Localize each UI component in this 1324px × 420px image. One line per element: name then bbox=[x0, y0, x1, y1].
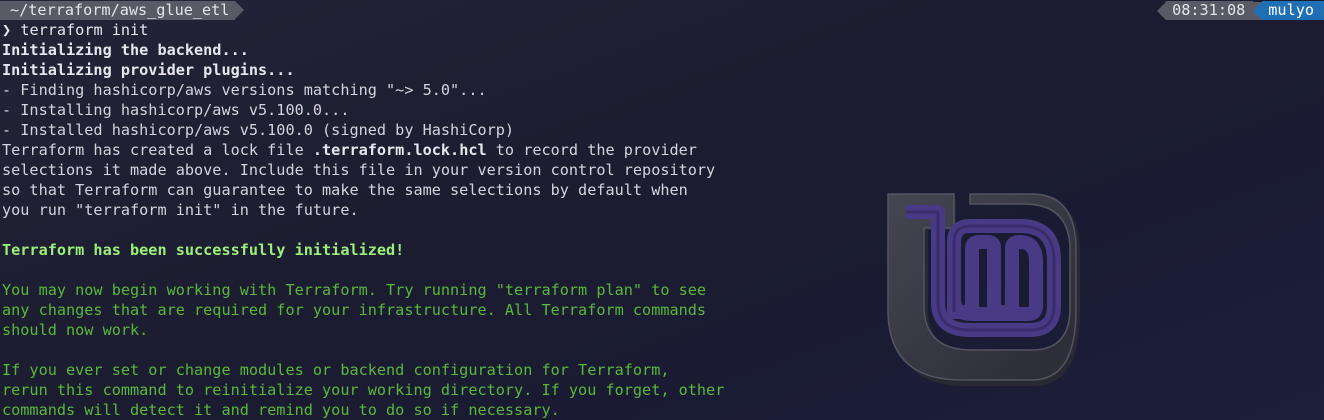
output-line: you run "terraform init" in the future. bbox=[2, 201, 359, 219]
info-line: If you ever set or change modules or bac… bbox=[2, 361, 670, 379]
prompt-right-segments: 08:31:08 mulyo bbox=[1157, 1, 1324, 20]
output-line: - Finding hashicorp/aws versions matchin… bbox=[2, 81, 487, 99]
prompt-time-separator bbox=[1157, 1, 1167, 20]
prompt-bar: ~/terraform/aws_glue_etl 08:31:08 mulyo bbox=[0, 0, 1324, 20]
terminal-output: ❯ terraform init Initializing the backen… bbox=[2, 20, 1324, 420]
success-message: Terraform has been successfully initiali… bbox=[2, 241, 405, 259]
lock-text-post: to record the provider bbox=[486, 141, 697, 159]
output-line: Terraform has created a lock file .terra… bbox=[2, 140, 1324, 160]
prompt-time: 08:31:08 bbox=[1166, 1, 1254, 20]
info-line: any changes that are required for your i… bbox=[2, 301, 707, 319]
output-line: Initializing provider plugins... bbox=[2, 61, 295, 79]
output-line: - Installed hashicorp/aws v5.100.0 (sign… bbox=[2, 121, 515, 139]
output-line: - Installing hashicorp/aws v5.100.0... bbox=[2, 101, 350, 119]
command-line: ❯ terraform init bbox=[2, 20, 1324, 40]
output-line: selections it made above. Include this f… bbox=[2, 161, 716, 179]
terminal-window[interactable]: ~/terraform/aws_glue_etl 08:31:08 mulyo … bbox=[0, 0, 1324, 420]
prompt-symbol: ❯ bbox=[2, 21, 12, 39]
info-line: should now work. bbox=[2, 321, 149, 339]
output-line: so that Terraform can guarantee to make … bbox=[2, 181, 688, 199]
info-line: You may now begin working with Terraform… bbox=[2, 281, 707, 299]
prompt-user: mulyo bbox=[1262, 1, 1324, 20]
output-line: Initializing the backend... bbox=[2, 41, 249, 59]
prompt-user-separator bbox=[1253, 1, 1263, 20]
prompt-path-separator bbox=[235, 1, 244, 19]
command-text: terraform init bbox=[20, 21, 149, 39]
lock-file-name: .terraform.lock.hcl bbox=[312, 141, 487, 159]
info-line: commands will detect it and remind you t… bbox=[2, 401, 560, 419]
info-line: rerun this command to reinitialize your … bbox=[2, 381, 725, 399]
lock-text-pre: Terraform has created a lock file bbox=[2, 141, 313, 159]
prompt-path: ~/terraform/aws_glue_etl bbox=[0, 1, 236, 20]
